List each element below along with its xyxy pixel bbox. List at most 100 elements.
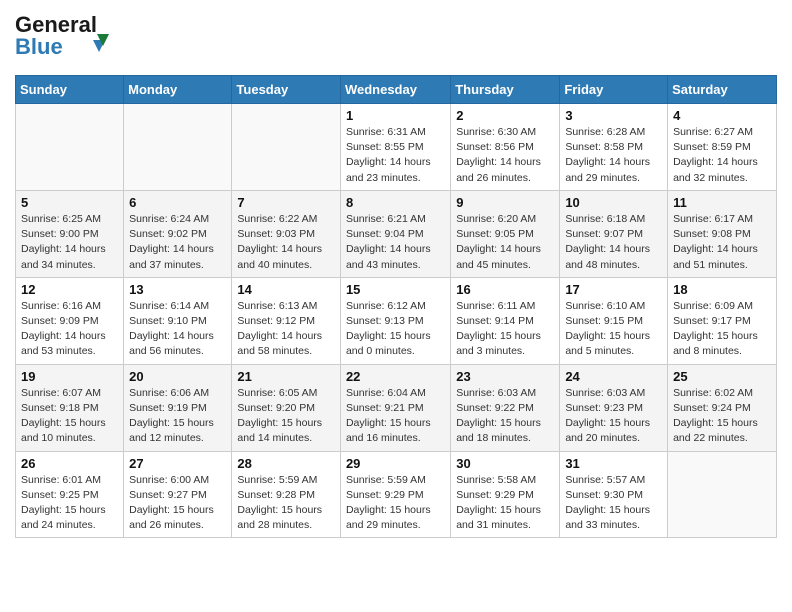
calendar-cell	[124, 104, 232, 191]
day-info: Sunrise: 6:13 AMSunset: 9:12 PMDaylight:…	[237, 299, 335, 360]
col-header-wednesday: Wednesday	[340, 76, 450, 104]
day-info: Sunrise: 5:59 AMSunset: 9:29 PMDaylight:…	[346, 473, 445, 534]
calendar-cell: 19 Sunrise: 6:07 AMSunset: 9:18 PMDayligh…	[16, 364, 124, 451]
day-info: Sunrise: 6:27 AMSunset: 8:59 PMDaylight:…	[673, 125, 771, 186]
day-number: 5	[21, 195, 118, 210]
calendar-cell: 27 Sunrise: 6:00 AMSunset: 9:27 PMDayligh…	[124, 451, 232, 538]
calendar-cell: 4 Sunrise: 6:27 AMSunset: 8:59 PMDaylight…	[668, 104, 777, 191]
calendar-cell: 26Sunrise: 6:01 AMSunset: 9:25 PMDayligh…	[16, 451, 124, 538]
day-number: 7	[237, 195, 335, 210]
day-info: Sunrise: 6:10 AMSunset: 9:15 PMDaylight:…	[565, 299, 662, 360]
calendar-cell: 16 Sunrise: 6:11 AMSunset: 9:14 PMDayligh…	[451, 277, 560, 364]
day-info: Sunrise: 6:24 AMSunset: 9:02 PMDaylight:…	[129, 212, 226, 273]
calendar-cell: 3 Sunrise: 6:28 AMSunset: 8:58 PMDaylight…	[560, 104, 668, 191]
calendar-cell: 7 Sunrise: 6:22 AMSunset: 9:03 PMDaylight…	[232, 190, 341, 277]
day-info: Sunrise: 6:03 AMSunset: 9:23 PMDaylight:…	[565, 386, 662, 447]
day-number: 17	[565, 282, 662, 297]
day-info: Sunrise: 6:18 AMSunset: 9:07 PMDaylight:…	[565, 212, 662, 273]
day-number: 4	[673, 108, 771, 123]
day-info: Sunrise: 6:14 AMSunset: 9:10 PMDaylight:…	[129, 299, 226, 360]
day-number: 19	[21, 369, 118, 384]
calendar-cell: 29 Sunrise: 5:59 AMSunset: 9:29 PMDayligh…	[340, 451, 450, 538]
day-number: 25	[673, 369, 771, 384]
day-number: 18	[673, 282, 771, 297]
day-info: Sunrise: 6:05 AMSunset: 9:20 PMDaylight:…	[237, 386, 335, 447]
day-number: 12	[21, 282, 118, 297]
day-number: 2	[456, 108, 554, 123]
day-number: 26	[21, 456, 118, 471]
day-info: Sunrise: 6:28 AMSunset: 8:58 PMDaylight:…	[565, 125, 662, 186]
calendar-cell: 10 Sunrise: 6:18 AMSunset: 9:07 PMDayligh…	[560, 190, 668, 277]
col-header-thursday: Thursday	[451, 76, 560, 104]
day-info: Sunrise: 6:06 AMSunset: 9:19 PMDaylight:…	[129, 386, 226, 447]
calendar-page: General Blue SundayMondayTuesdayWednesda…	[0, 0, 792, 612]
calendar-cell: 14 Sunrise: 6:13 AMSunset: 9:12 PMDayligh…	[232, 277, 341, 364]
calendar-cell: 28 Sunrise: 5:59 AMSunset: 9:28 PMDayligh…	[232, 451, 341, 538]
day-number: 8	[346, 195, 445, 210]
calendar-cell: 2 Sunrise: 6:30 AMSunset: 8:56 PMDaylight…	[451, 104, 560, 191]
calendar-table: SundayMondayTuesdayWednesdayThursdayFrid…	[15, 75, 777, 538]
calendar-cell: 15 Sunrise: 6:12 AMSunset: 9:13 PMDayligh…	[340, 277, 450, 364]
col-header-friday: Friday	[560, 76, 668, 104]
day-number: 21	[237, 369, 335, 384]
calendar-cell: 23 Sunrise: 6:03 AMSunset: 9:22 PMDayligh…	[451, 364, 560, 451]
day-number: 27	[129, 456, 226, 471]
calendar-cell: 17 Sunrise: 6:10 AMSunset: 9:15 PMDayligh…	[560, 277, 668, 364]
day-info: Sunrise: 6:21 AMSunset: 9:04 PMDaylight:…	[346, 212, 445, 273]
day-number: 24	[565, 369, 662, 384]
day-number: 10	[565, 195, 662, 210]
calendar-cell: 31 Sunrise: 5:57 AMSunset: 9:30 PMDayligh…	[560, 451, 668, 538]
day-number: 20	[129, 369, 226, 384]
day-number: 9	[456, 195, 554, 210]
page-header: General Blue	[15, 10, 777, 67]
calendar-cell: 20 Sunrise: 6:06 AMSunset: 9:19 PMDayligh…	[124, 364, 232, 451]
calendar-cell	[668, 451, 777, 538]
week-row-2: 5 Sunrise: 6:25 AMSunset: 9:00 PMDaylight…	[16, 190, 777, 277]
week-row-3: 12 Sunrise: 6:16 AMSunset: 9:09 PMDayligh…	[16, 277, 777, 364]
day-info: Sunrise: 6:07 AMSunset: 9:18 PMDaylight:…	[21, 386, 118, 447]
day-info: Sunrise: 5:59 AMSunset: 9:28 PMDaylight:…	[237, 473, 335, 534]
day-info: Sunrise: 6:11 AMSunset: 9:14 PMDaylight:…	[456, 299, 554, 360]
calendar-cell: 9Sunrise: 6:20 AMSunset: 9:05 PMDaylight…	[451, 190, 560, 277]
calendar-cell: 24 Sunrise: 6:03 AMSunset: 9:23 PMDayligh…	[560, 364, 668, 451]
day-number: 13	[129, 282, 226, 297]
day-number: 28	[237, 456, 335, 471]
day-number: 31	[565, 456, 662, 471]
day-info: Sunrise: 6:17 AMSunset: 9:08 PMDaylight:…	[673, 212, 771, 273]
day-number: 22	[346, 369, 445, 384]
svg-text:Blue: Blue	[15, 34, 63, 59]
day-info: Sunrise: 6:00 AMSunset: 9:27 PMDaylight:…	[129, 473, 226, 534]
col-header-tuesday: Tuesday	[232, 76, 341, 104]
calendar-cell: 6Sunrise: 6:24 AMSunset: 9:02 PMDaylight…	[124, 190, 232, 277]
day-info: Sunrise: 6:25 AMSunset: 9:00 PMDaylight:…	[21, 212, 118, 273]
calendar-cell: 30Sunrise: 5:58 AMSunset: 9:29 PMDayligh…	[451, 451, 560, 538]
day-number: 1	[346, 108, 445, 123]
logo: General Blue	[15, 10, 110, 67]
day-number: 29	[346, 456, 445, 471]
day-info: Sunrise: 6:09 AMSunset: 9:17 PMDaylight:…	[673, 299, 771, 360]
col-header-saturday: Saturday	[668, 76, 777, 104]
day-number: 23	[456, 369, 554, 384]
day-number: 15	[346, 282, 445, 297]
week-row-4: 19 Sunrise: 6:07 AMSunset: 9:18 PMDayligh…	[16, 364, 777, 451]
calendar-cell: 18 Sunrise: 6:09 AMSunset: 9:17 PMDayligh…	[668, 277, 777, 364]
calendar-cell: 22 Sunrise: 6:04 AMSunset: 9:21 PMDayligh…	[340, 364, 450, 451]
day-info: Sunrise: 6:30 AMSunset: 8:56 PMDaylight:…	[456, 125, 554, 186]
day-number: 14	[237, 282, 335, 297]
day-info: Sunrise: 6:03 AMSunset: 9:22 PMDaylight:…	[456, 386, 554, 447]
day-info: Sunrise: 6:22 AMSunset: 9:03 PMDaylight:…	[237, 212, 335, 273]
week-row-1: 1Sunrise: 6:31 AMSunset: 8:55 PMDaylight…	[16, 104, 777, 191]
day-info: Sunrise: 6:16 AMSunset: 9:09 PMDaylight:…	[21, 299, 118, 360]
calendar-cell	[232, 104, 341, 191]
day-info: Sunrise: 6:04 AMSunset: 9:21 PMDaylight:…	[346, 386, 445, 447]
day-number: 3	[565, 108, 662, 123]
day-info: Sunrise: 5:57 AMSunset: 9:30 PMDaylight:…	[565, 473, 662, 534]
logo-svg: General Blue	[15, 10, 110, 62]
day-info: Sunrise: 6:12 AMSunset: 9:13 PMDaylight:…	[346, 299, 445, 360]
week-row-5: 26Sunrise: 6:01 AMSunset: 9:25 PMDayligh…	[16, 451, 777, 538]
calendar-cell: 8 Sunrise: 6:21 AMSunset: 9:04 PMDaylight…	[340, 190, 450, 277]
day-info: Sunrise: 6:02 AMSunset: 9:24 PMDaylight:…	[673, 386, 771, 447]
day-number: 16	[456, 282, 554, 297]
calendar-cell: 5 Sunrise: 6:25 AMSunset: 9:00 PMDaylight…	[16, 190, 124, 277]
calendar-cell: 1Sunrise: 6:31 AMSunset: 8:55 PMDaylight…	[340, 104, 450, 191]
